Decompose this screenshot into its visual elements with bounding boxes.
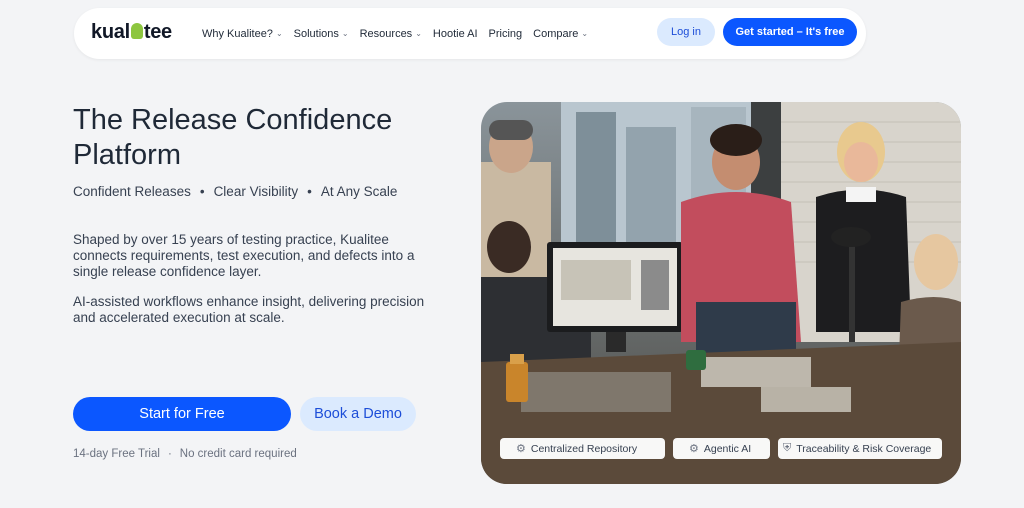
- kualitee-logo[interactable]: kual tee: [91, 21, 172, 44]
- pillar-confident-releases: Confident Releases: [73, 184, 191, 199]
- bullet-separator: •: [307, 184, 312, 199]
- trial-note: 14-day Free Trial · No credit card requi…: [73, 448, 297, 460]
- nav-item-compare[interactable]: Compare ⌄: [533, 28, 588, 40]
- team-meeting-illustration: [481, 102, 961, 484]
- nav-item-resources[interactable]: Resources ⌄: [360, 28, 422, 40]
- nav-item-why-kualitee[interactable]: Why Kualitee? ⌄: [202, 28, 283, 40]
- trial-duration: 14-day Free Trial: [73, 448, 160, 460]
- nav-item-hootie-ai[interactable]: Hootie AI: [433, 28, 478, 40]
- nav-item-label: Why Kualitee?: [202, 27, 273, 40]
- badge-label: Centralized Repository: [530, 442, 638, 455]
- badge-label: Agentic AI: [703, 442, 752, 455]
- nav-item-label: Resources: [359, 27, 413, 40]
- ai-paragraph: AI-assisted workflows enhance insight, d…: [73, 294, 425, 325]
- intro-paragraph: Shaped by over 15 years of testing pract…: [73, 232, 415, 279]
- nav-item-label: Solutions: [293, 27, 339, 40]
- book-demo-button[interactable]: Book a Demo: [300, 397, 416, 431]
- main-menu: Why Kualitee? ⌄ Solutions ⌄ Resources ⌄ …: [202, 8, 588, 59]
- gear-icon: ⚙: [689, 443, 699, 455]
- chevron-down-icon: ⌄: [341, 29, 349, 38]
- pillar-clear-visibility: Clear Visibility: [213, 184, 299, 199]
- badge-label: Traceability & Risk Coverage: [796, 442, 932, 455]
- logo-text: kual tee: [91, 21, 172, 43]
- nav-item-pricing[interactable]: Pricing: [489, 28, 523, 40]
- dot-separator: ·: [167, 448, 172, 460]
- nav-item-label: Compare: [533, 27, 579, 40]
- chevron-down-icon: ⌄: [581, 29, 589, 38]
- start-for-free-button[interactable]: Start for Free: [73, 397, 291, 431]
- hero-team-photo: ⚙ Centralized Repository ⚙ Agentic AI ⛨ …: [481, 102, 961, 484]
- no-card-note: No credit card required: [179, 448, 297, 460]
- feature-badges: ⚙ Centralized Repository ⚙ Agentic AI ⛨ …: [500, 438, 942, 459]
- shield-icon: ⛨: [783, 442, 792, 454]
- badge-centralized-repository: ⚙ Centralized Repository: [500, 438, 665, 459]
- bullet-separator: •: [199, 184, 205, 199]
- get-started-button[interactable]: Get started – It's free: [723, 18, 857, 46]
- chevron-down-icon: ⌄: [415, 29, 422, 38]
- nav-item-solutions[interactable]: Solutions ⌄: [294, 28, 349, 40]
- login-button[interactable]: Log in: [657, 18, 715, 46]
- value-pillars: Confident Releases • Clear Visibility • …: [73, 184, 397, 199]
- owl-icon: [130, 23, 143, 39]
- top-navbar: kual tee Why Kualitee? ⌄ Solutions ⌄ Reso…: [74, 8, 866, 59]
- pillar-any-scale: At Any Scale: [320, 184, 398, 199]
- page-title: The Release Confidence Platform: [73, 104, 393, 171]
- badge-agentic-ai: ⚙ Agentic AI: [673, 438, 770, 459]
- gear-icon: ⚙: [516, 443, 526, 455]
- nav-item-label: Hootie AI: [432, 27, 478, 40]
- chevron-down-icon: ⌄: [275, 29, 283, 38]
- badge-traceability: ⛨ Traceability & Risk Coverage: [778, 438, 942, 459]
- nav-item-label: Pricing: [488, 27, 523, 40]
